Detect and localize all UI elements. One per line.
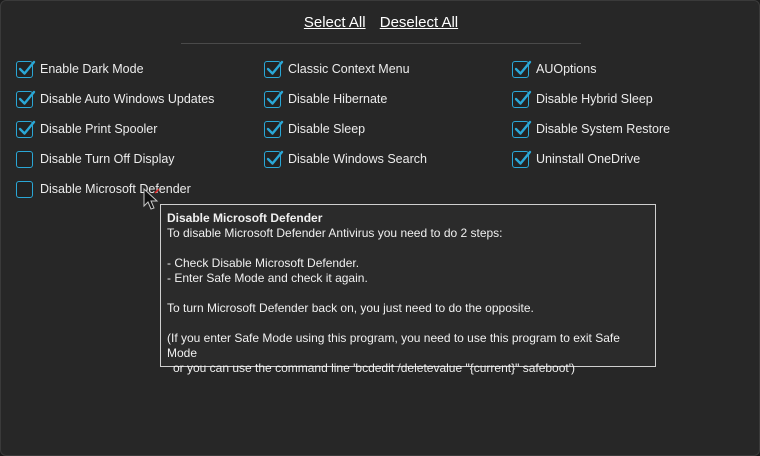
tooltip-line: To turn Microsoft Defender back on, you … xyxy=(167,301,534,315)
option-enable-dark-mode[interactable]: Enable Dark Mode xyxy=(16,59,144,79)
checkbox[interactable] xyxy=(264,120,284,138)
option-classic-context-menu[interactable]: Classic Context Menu xyxy=(264,59,410,79)
selection-links: Select All Deselect All xyxy=(1,14,759,31)
option-disable-turn-off-display[interactable]: Disable Turn Off Display xyxy=(16,149,175,169)
option-label: Disable Print Spooler xyxy=(40,122,158,136)
option-auoptions[interactable]: AUOptions xyxy=(512,59,596,79)
checkbox[interactable] xyxy=(512,90,532,108)
option-label: Disable System Restore xyxy=(536,122,671,136)
checkmark-icon xyxy=(514,60,532,75)
checkbox[interactable] xyxy=(16,120,36,138)
option-disable-microsoft-defender[interactable]: Disable Microsoft Defender xyxy=(16,179,191,199)
header-divider xyxy=(181,43,581,44)
checkmark-icon xyxy=(514,120,532,135)
checkbox[interactable] xyxy=(512,60,532,78)
option-label: Disable Hybrid Sleep xyxy=(536,92,653,106)
tooltip-line: - Enter Safe Mode and check it again. xyxy=(167,271,368,285)
checkmark-icon xyxy=(266,120,284,135)
checkbox[interactable] xyxy=(16,90,36,108)
checkbox[interactable] xyxy=(264,60,284,78)
tooltip-spacer xyxy=(167,286,649,301)
option-disable-system-restore[interactable]: Disable System Restore xyxy=(512,119,670,139)
option-label: Uninstall OneDrive xyxy=(536,152,641,166)
option-label: Enable Dark Mode xyxy=(40,62,144,76)
tweaks-window: Select All Deselect All Enable Dark Mode… xyxy=(0,0,760,456)
tooltip-line: (If you enter Safe Mode using this progr… xyxy=(167,331,620,360)
option-disable-print-spooler[interactable]: Disable Print Spooler xyxy=(16,119,157,139)
checkmark-icon xyxy=(266,150,284,165)
option-label: Disable Auto Windows Updates xyxy=(40,92,215,106)
option-disable-sleep[interactable]: Disable Sleep xyxy=(264,119,365,139)
checkmark-icon xyxy=(18,60,36,75)
checkbox[interactable] xyxy=(16,150,33,168)
checkbox[interactable] xyxy=(512,150,532,168)
option-label: Disable Windows Search xyxy=(288,152,427,166)
checkmark-icon xyxy=(18,120,36,135)
option-uninstall-onedrive[interactable]: Uninstall OneDrive xyxy=(512,149,640,169)
checkmark-icon xyxy=(266,60,284,75)
checkmark-icon xyxy=(514,90,532,105)
tooltip-line: - Check Disable Microsoft Defender. xyxy=(167,256,360,270)
checkbox[interactable] xyxy=(16,60,36,78)
option-disable-auto-windows-updates[interactable]: Disable Auto Windows Updates xyxy=(16,89,214,109)
deselect-all-link[interactable]: Deselect All xyxy=(380,14,458,31)
defender-tooltip: Disable Microsoft Defender To disable Mi… xyxy=(160,204,656,375)
checkbox[interactable] xyxy=(264,90,284,108)
option-label: Disable Hibernate xyxy=(288,92,388,106)
option-label: AUOptions xyxy=(536,62,597,76)
checkbox[interactable] xyxy=(264,150,284,168)
mouse-cursor-icon xyxy=(143,187,160,210)
checkmark-icon xyxy=(266,90,284,105)
option-label: Disable Microsoft Defender xyxy=(40,182,191,196)
tooltip-line: To disable Microsoft Defender Antivirus … xyxy=(167,226,503,240)
tooltip-title: Disable Microsoft Defender xyxy=(167,211,323,225)
tooltip-line: or you can use the command line 'bcdedit… xyxy=(173,361,576,375)
option-disable-hybrid-sleep[interactable]: Disable Hybrid Sleep xyxy=(512,89,653,109)
checkbox[interactable] xyxy=(16,180,33,198)
checkbox[interactable] xyxy=(512,120,532,138)
option-disable-windows-search[interactable]: Disable Windows Search xyxy=(264,149,427,169)
option-label: Disable Sleep xyxy=(288,122,366,136)
tooltip-spacer xyxy=(167,241,649,256)
option-disable-hibernate[interactable]: Disable Hibernate xyxy=(264,89,387,109)
tooltip-spacer xyxy=(167,316,649,331)
checkmark-icon xyxy=(18,90,36,105)
option-label: Disable Turn Off Display xyxy=(40,152,175,166)
checkmark-icon xyxy=(514,150,532,165)
option-label: Classic Context Menu xyxy=(288,62,410,76)
select-all-link[interactable]: Select All xyxy=(304,14,366,31)
